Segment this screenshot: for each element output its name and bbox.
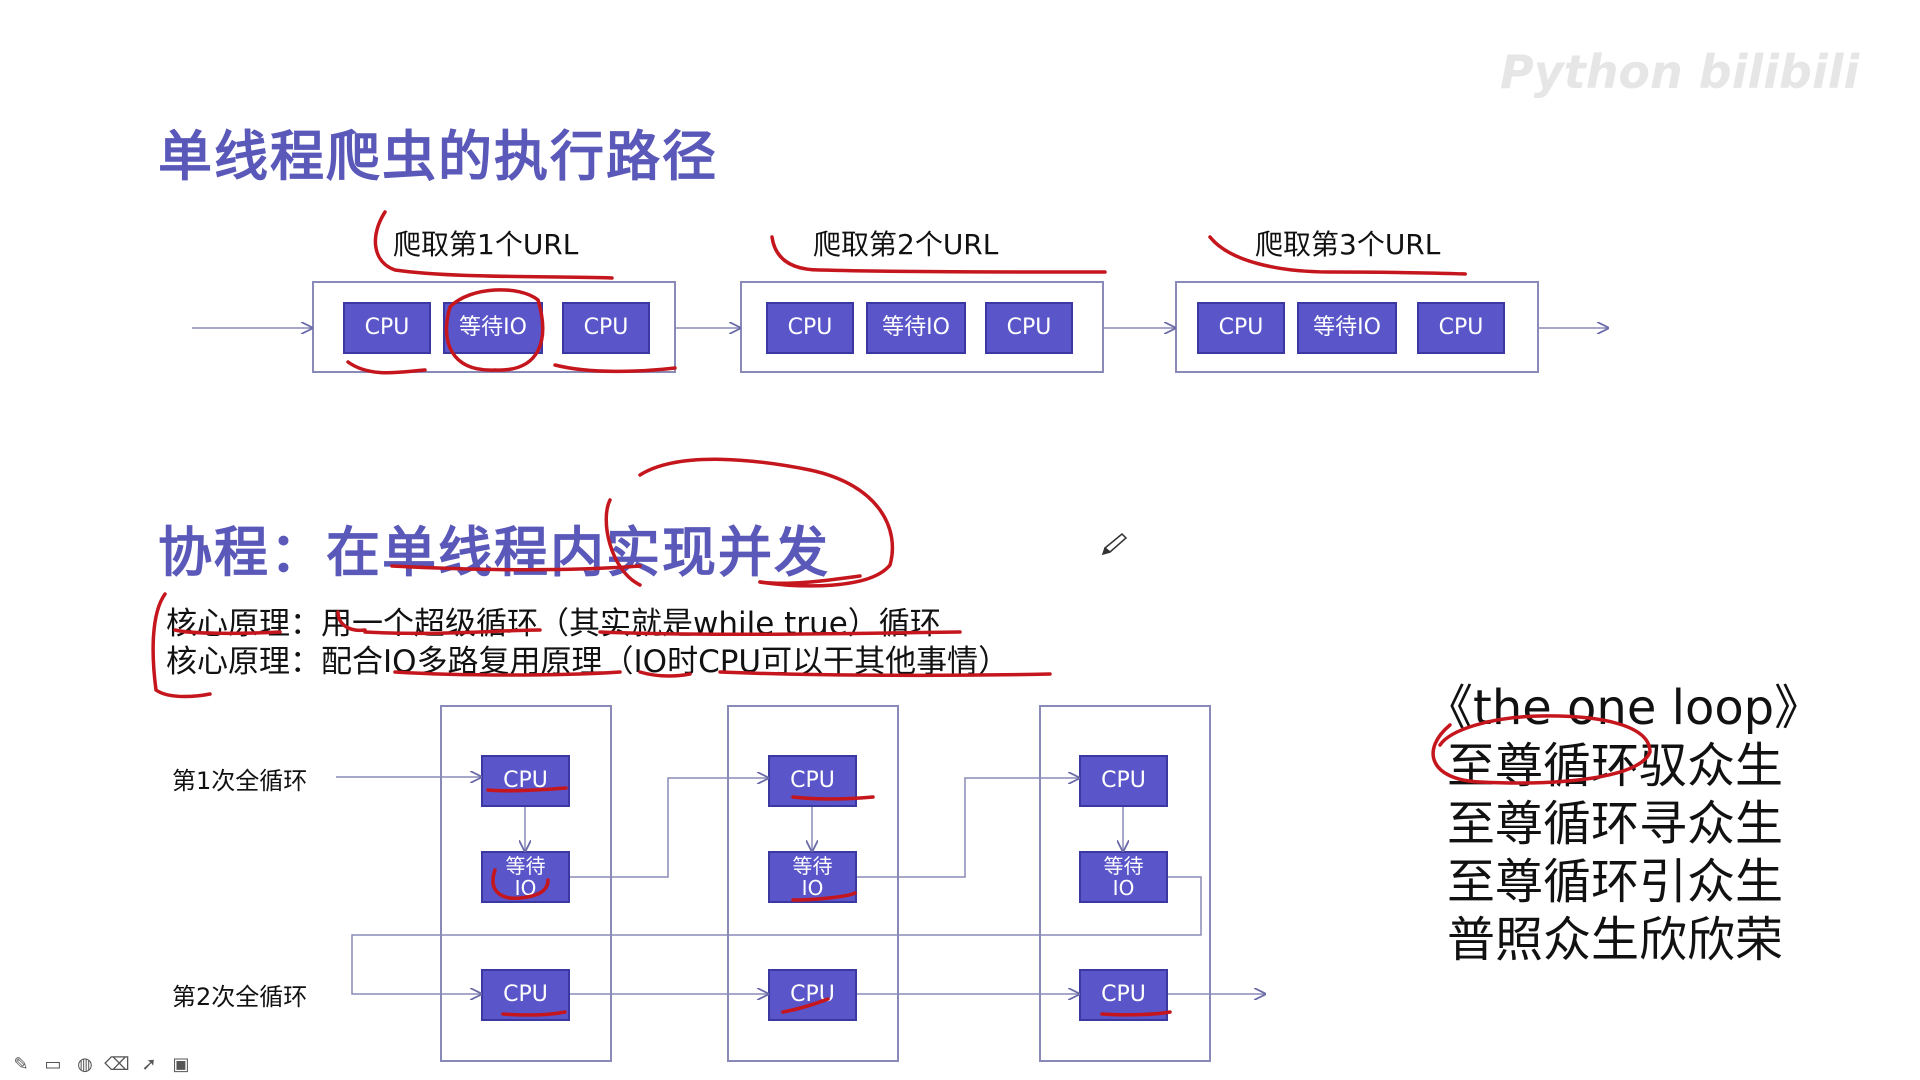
annotation-toolbar: ✎ ▭ ◍ ⌫ ➚ ▣ xyxy=(10,1053,192,1075)
palette-icon[interactable]: ◍ xyxy=(74,1053,96,1075)
window-icon[interactable]: ▭ xyxy=(42,1053,64,1075)
diagram-overlay xyxy=(151,210,1652,1017)
red-annotations xyxy=(151,210,1652,1017)
eraser-icon[interactable]: ⌫ xyxy=(104,1053,129,1075)
pen-cursor-icon xyxy=(1101,532,1128,556)
pointer-icon[interactable]: ➚ xyxy=(138,1053,160,1075)
connector-lines xyxy=(192,328,1608,994)
pen-icon[interactable]: ✎ xyxy=(10,1053,32,1075)
screen-icon[interactable]: ▣ xyxy=(170,1053,192,1075)
